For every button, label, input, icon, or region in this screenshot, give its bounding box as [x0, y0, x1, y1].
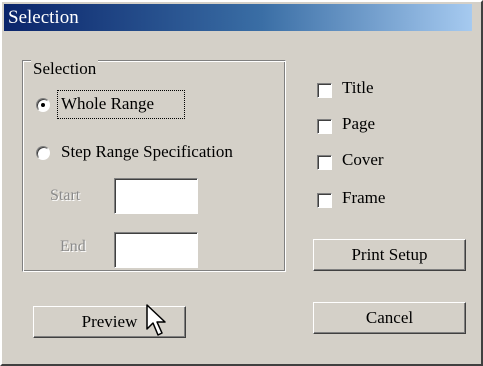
- page-checkbox[interactable]: [317, 119, 332, 134]
- title-checkbox[interactable]: [317, 83, 332, 98]
- selection-group-legend: Selection: [31, 59, 99, 79]
- arrow-cursor-icon: [146, 304, 166, 336]
- frame-checkbox[interactable]: [317, 193, 332, 208]
- whole-range-radio[interactable]: [36, 98, 50, 112]
- end-input[interactable]: [114, 232, 198, 268]
- title-checkbox-label[interactable]: Title: [342, 78, 374, 98]
- cover-checkbox[interactable]: [317, 155, 332, 170]
- cancel-button[interactable]: Cancel: [313, 302, 466, 334]
- start-input[interactable]: [114, 178, 198, 214]
- frame-checkbox-label[interactable]: Frame: [342, 188, 385, 208]
- start-label: Start: [50, 187, 81, 204]
- page-checkbox-label[interactable]: Page: [342, 114, 375, 134]
- window-title: Selection: [8, 7, 79, 28]
- whole-range-label[interactable]: Whole Range: [61, 94, 154, 114]
- step-range-label[interactable]: Step Range Specification: [61, 142, 233, 162]
- step-range-radio[interactable]: [36, 146, 50, 160]
- title-bar[interactable]: Selection: [4, 4, 472, 31]
- end-label: End: [60, 238, 86, 255]
- print-setup-button[interactable]: Print Setup: [313, 239, 466, 271]
- cover-checkbox-label[interactable]: Cover: [342, 150, 384, 170]
